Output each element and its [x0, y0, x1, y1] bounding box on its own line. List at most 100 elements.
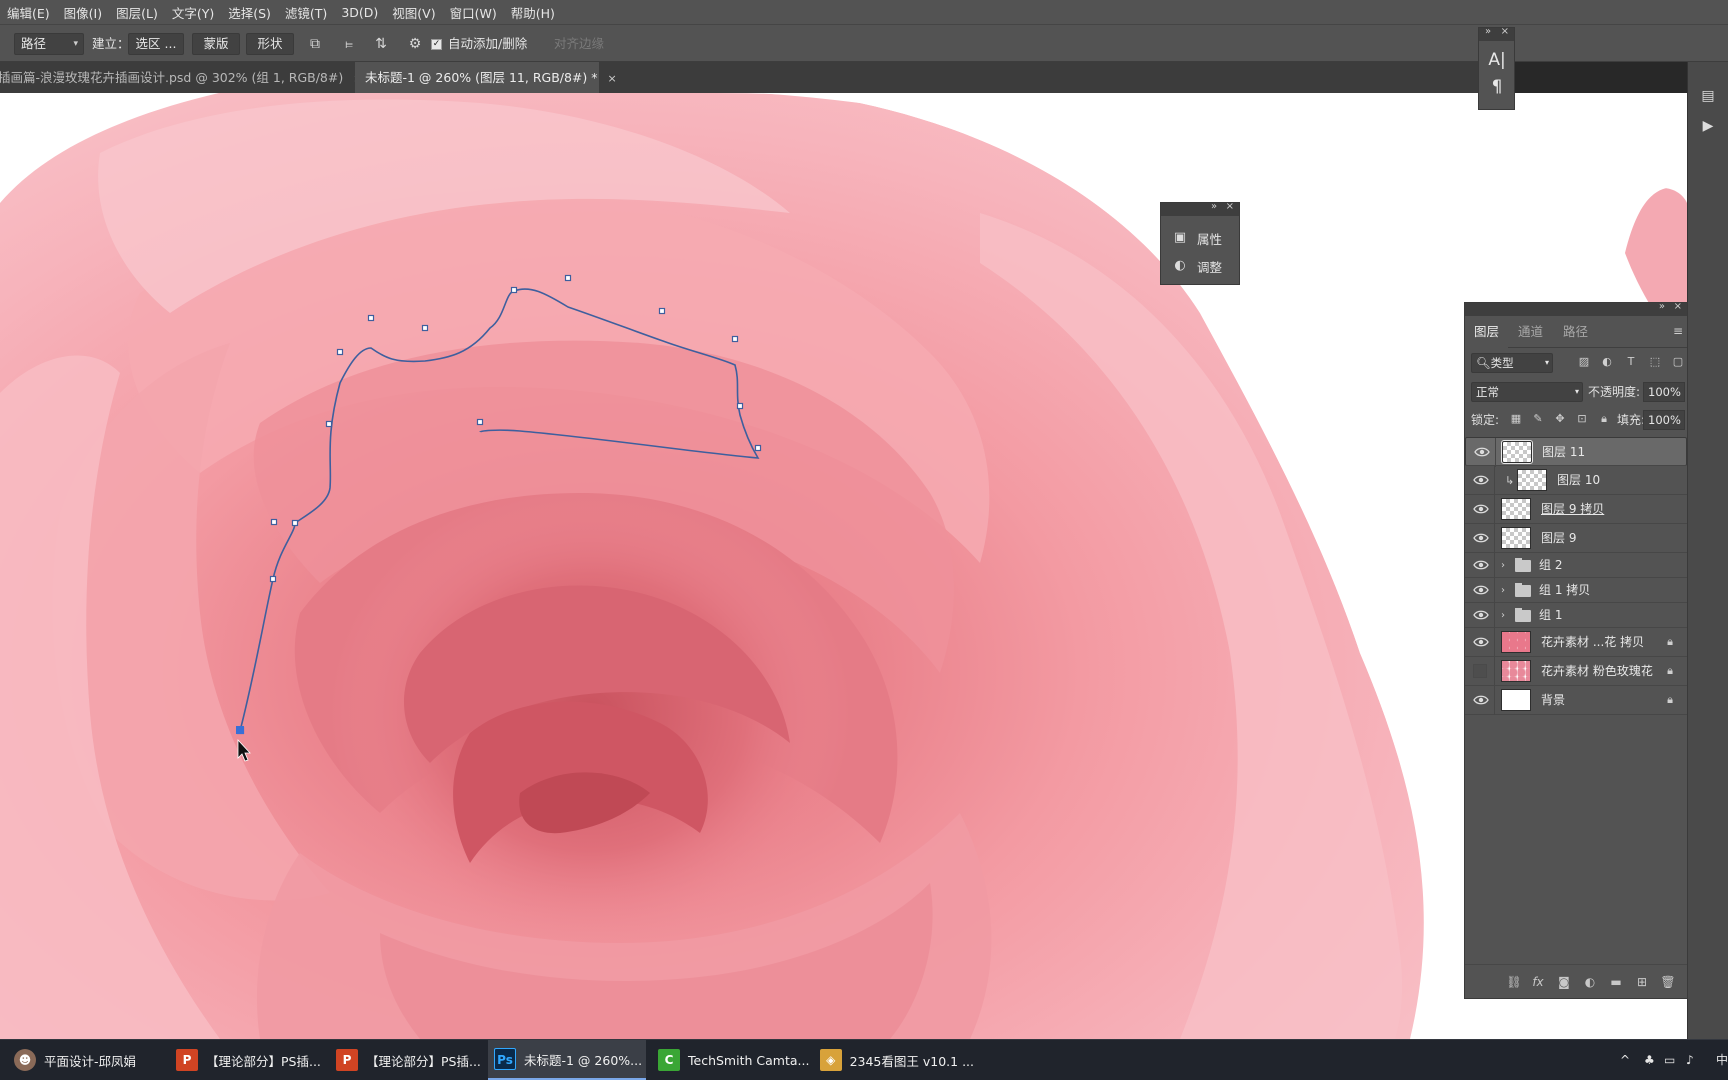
menu-3d[interactable]: 3D(D): [334, 5, 385, 20]
chevron-down-icon: ▾: [1574, 387, 1579, 396]
close-icon[interactable]: ×: [608, 72, 617, 85]
adjustment-filter-icon[interactable]: ◐: [1598, 353, 1616, 371]
taskbar-label: 平面设计-邱凤娟: [44, 1053, 137, 1069]
adjustments-item[interactable]: ◐ 调整: [1171, 255, 1222, 277]
lock-artboard-icon[interactable]: ⊡: [1573, 410, 1591, 428]
eye-icon[interactable]: [1473, 473, 1489, 487]
tab-rose-illustration[interactable]: 插画篇-浪漫玫瑰花卉插画设计.psd @ 302% (组 1, RGB/8#)×: [0, 62, 362, 93]
path-alignment-icon[interactable]: ⫢: [338, 33, 360, 55]
menu-edit[interactable]: 编辑(E): [0, 3, 57, 22]
play-icon[interactable]: ▶: [1696, 114, 1720, 138]
menu-image[interactable]: 图像(I): [57, 3, 109, 22]
tab-layers[interactable]: 图层: [1465, 316, 1509, 348]
link-layers-icon[interactable]: ⛓: [1505, 973, 1523, 991]
pixel-filter-icon[interactable]: ▨: [1575, 353, 1593, 371]
paragraph-icon[interactable]: ¶: [1485, 75, 1509, 99]
trash-icon[interactable]: 🗑︎: [1659, 973, 1677, 991]
layer-row-group-1-copy[interactable]: › 组 1 拷贝: [1465, 578, 1687, 603]
eye-icon[interactable]: [1473, 502, 1489, 516]
menu-layer[interactable]: 图层(L): [109, 3, 165, 22]
gear-icon[interactable]: ⚙: [404, 33, 426, 55]
eye-icon[interactable]: [1473, 558, 1489, 572]
layer-row-layer-9[interactable]: 图层 9: [1465, 524, 1687, 553]
eye-icon[interactable]: [1473, 693, 1489, 707]
chevron-right-icon[interactable]: ›: [1501, 553, 1505, 578]
tab-channels[interactable]: 通道: [1509, 316, 1552, 348]
document-canvas[interactable]: [0, 93, 1687, 1039]
lock-icon: 🔒︎: [1667, 664, 1673, 677]
smart-object-filter-icon[interactable]: ▢: [1669, 353, 1687, 371]
menu-type[interactable]: 文字(Y): [165, 3, 221, 22]
lock-brush-icon[interactable]: ✎: [1529, 410, 1547, 428]
lock-label: 锁定:: [1471, 413, 1500, 427]
lock-transparency-icon[interactable]: ▦: [1507, 410, 1525, 428]
fx-icon[interactable]: fx: [1529, 973, 1547, 991]
taskbar-item-user[interactable]: ☻ 平面设计-邱凤娟: [8, 1040, 158, 1080]
taskbar-item-camtasia[interactable]: C TechSmith Camta...: [652, 1040, 812, 1080]
taskbar-item-photoshop[interactable]: Ps 未标题-1 @ 260%...: [488, 1040, 646, 1080]
eye-icon[interactable]: [1473, 635, 1489, 649]
input-method-indicator[interactable]: 中: [1716, 1040, 1728, 1080]
pen-mode-select[interactable]: 路径 ▾: [14, 33, 84, 55]
layer-row-layer-11[interactable]: 图层 11: [1465, 437, 1687, 467]
taskbar-item-ppt-2[interactable]: P 【理论部分】PS插...: [330, 1040, 485, 1080]
taskbar-item-ppt-1[interactable]: P 【理论部分】PS插...: [170, 1040, 325, 1080]
shape-filter-icon[interactable]: ⬚: [1646, 353, 1664, 371]
new-layer-icon[interactable]: ⊞: [1633, 973, 1651, 991]
layer-filter-select[interactable]: 🔍︎类型 ▾: [1471, 353, 1553, 373]
path-arrangement-icon[interactable]: ⇅: [370, 33, 392, 55]
menu-view[interactable]: 视图(V): [385, 3, 442, 22]
close-icon[interactable]: ×: [1226, 201, 1234, 212]
chevron-down-icon: ▾: [73, 39, 78, 49]
layer-row-group-2[interactable]: › 组 2: [1465, 553, 1687, 578]
taskbar-item-image-viewer[interactable]: ◈ 2345看图王 v10.1 ...: [814, 1040, 974, 1080]
volume-icon[interactable]: ♪: [1686, 1040, 1694, 1080]
opacity-input[interactable]: 100%: [1643, 382, 1685, 402]
make-shape-button[interactable]: 形状: [246, 33, 294, 55]
layer-row-group-1[interactable]: › 组 1: [1465, 603, 1687, 628]
collapse-icon[interactable]: »: [1211, 201, 1217, 212]
menu-filter[interactable]: 滤镜(T): [278, 3, 334, 22]
close-icon[interactable]: ×: [1674, 301, 1682, 312]
eye-icon[interactable]: [1473, 531, 1489, 545]
tab-paths[interactable]: 路径: [1554, 316, 1597, 348]
lock-all-icon[interactable]: 🔒︎: [1595, 410, 1613, 428]
layer-row-background[interactable]: 背景 🔒︎: [1465, 686, 1687, 715]
layer-thumbnail: [1501, 631, 1531, 653]
lock-position-icon[interactable]: ✥: [1551, 410, 1569, 428]
close-icon[interactable]: ×: [1501, 26, 1509, 37]
tray-up-arrow-icon[interactable]: ^: [1620, 1040, 1630, 1080]
menu-help[interactable]: 帮助(H): [504, 3, 562, 22]
menu-window[interactable]: 窗口(W): [443, 3, 504, 22]
properties-item[interactable]: ▣ 属性: [1171, 227, 1222, 249]
eye-icon[interactable]: [1474, 445, 1490, 459]
collapse-icon[interactable]: »: [1485, 26, 1491, 37]
collapse-icon[interactable]: »: [1659, 301, 1665, 312]
type-filter-icon[interactable]: T: [1622, 353, 1640, 371]
panel-icon-1[interactable]: ▤: [1696, 84, 1720, 108]
visibility-toggle[interactable]: [1473, 664, 1487, 678]
menu-select[interactable]: 选择(S): [221, 3, 278, 22]
auto-add-delete-checkbox[interactable]: ✓: [431, 39, 442, 50]
make-selection-button[interactable]: 选区 ...: [128, 33, 184, 55]
layer-row-layer-9-copy[interactable]: 图层 9 拷贝: [1465, 495, 1687, 524]
layer-row-flower-copy[interactable]: 花卉素材 ...花 拷贝 🔒︎: [1465, 628, 1687, 657]
tab-untitled-1[interactable]: 未标题-1 @ 260% (图层 11, RGB/8#) * ×: [355, 62, 617, 93]
path-operations-icon[interactable]: ⧉: [304, 33, 326, 55]
character-icon[interactable]: A|: [1485, 48, 1509, 72]
fill-input[interactable]: 100%: [1643, 410, 1685, 430]
layer-row-flower-pink-rose[interactable]: 花卉素材 粉色玫瑰花 🔒︎: [1465, 657, 1687, 686]
chevron-right-icon[interactable]: ›: [1501, 578, 1505, 603]
blend-mode-select[interactable]: 正常 ▾: [1471, 382, 1583, 402]
network-icon[interactable]: ▭: [1664, 1040, 1675, 1080]
new-adjustment-icon[interactable]: ◐: [1581, 973, 1599, 991]
eye-icon[interactable]: [1473, 608, 1489, 622]
chevron-right-icon[interactable]: ›: [1501, 603, 1505, 628]
add-mask-icon[interactable]: ◙: [1555, 973, 1573, 991]
tray-app-icon[interactable]: ♣: [1644, 1040, 1655, 1080]
make-mask-button[interactable]: 蒙版: [192, 33, 240, 55]
eye-icon[interactable]: [1473, 583, 1489, 597]
layer-row-layer-10[interactable]: ↳ 图层 10: [1465, 466, 1687, 495]
panel-menu-icon[interactable]: ≡: [1673, 324, 1683, 338]
new-group-icon[interactable]: ▬: [1607, 973, 1625, 991]
